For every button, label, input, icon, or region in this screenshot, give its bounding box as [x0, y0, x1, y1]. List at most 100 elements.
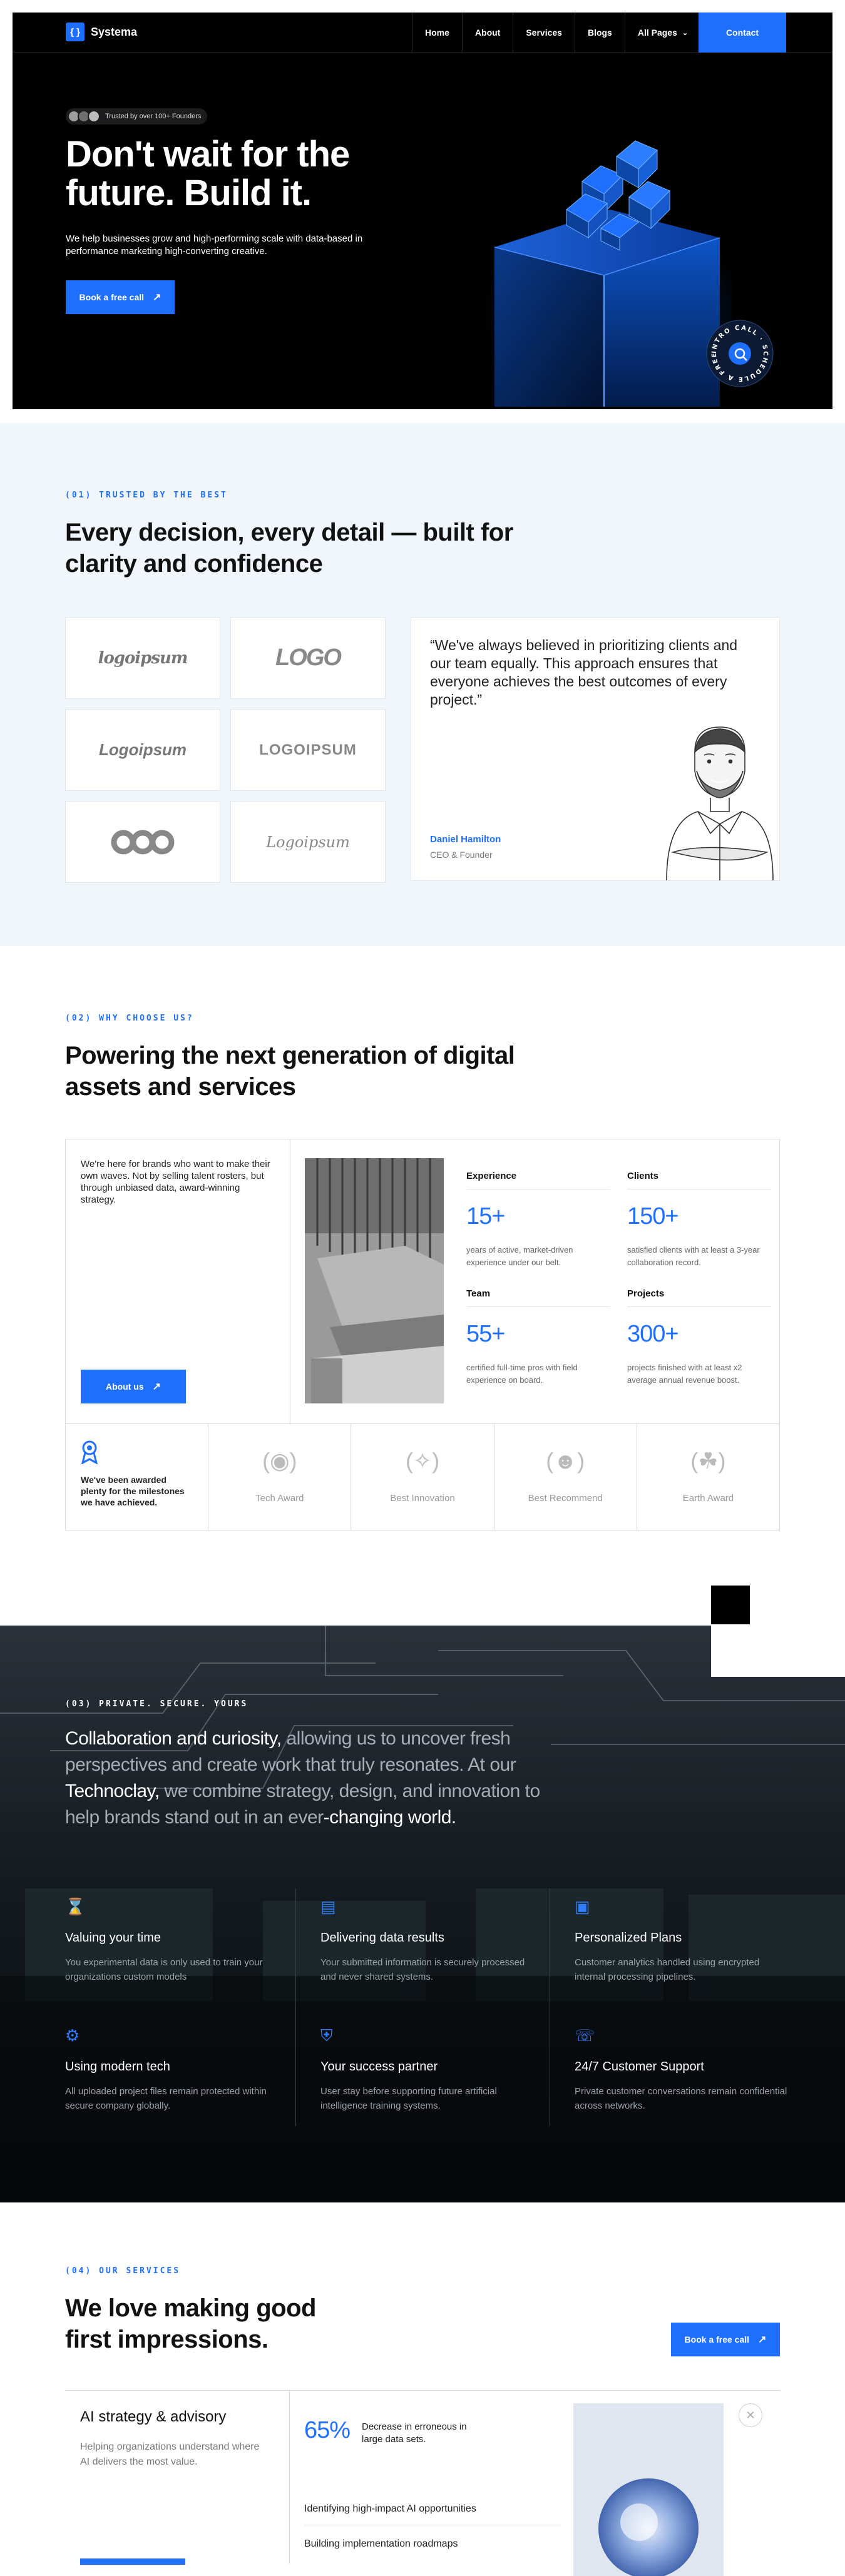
- book-call-button[interactable]: Book a free call ↗: [66, 280, 175, 314]
- award-label: Best Recommend: [528, 1493, 603, 1504]
- contact-button[interactable]: Contact: [699, 13, 786, 53]
- glowing-cube-illustration: [482, 140, 732, 407]
- decorative-square: [711, 1626, 845, 1677]
- stat-desc: projects finished with at least x2 avera…: [627, 1363, 742, 1385]
- ai-orb-image: [573, 2403, 724, 2576]
- feature-desc: Your submitted information is securely p…: [320, 1957, 525, 1982]
- nav-blogs[interactable]: Blogs: [574, 13, 625, 53]
- stat-team: Team 55+ certified full-time pros with f…: [466, 1288, 610, 1387]
- service-button[interactable]: [80, 2558, 185, 2565]
- section-eyebrow: (01) TRUSTED BY THE BEST: [65, 491, 228, 500]
- statement-bright: -changing world.: [323, 1807, 457, 1828]
- statement-bright: Technoclay,: [65, 1781, 160, 1801]
- book-icon: ▣: [575, 1897, 590, 1916]
- about-us-button[interactable]: About us ↗: [81, 1370, 186, 1403]
- service-desc: Helping organizations understand where A…: [80, 2441, 260, 2467]
- book-call-button[interactable]: Book a free call ↗: [671, 2323, 780, 2356]
- stat-label: Experience: [466, 1171, 610, 1189]
- feature-item: ⛨ Your success partner User stay before …: [320, 2026, 533, 2113]
- author-name: Daniel Hamilton: [430, 834, 501, 845]
- stat-desc: certified full-time pros with field expe…: [466, 1363, 578, 1385]
- feature-item: ☏ 24/7 Customer Support Private customer…: [575, 2026, 787, 2113]
- metric-desc: Decrease in erroneous in large data sets…: [362, 2421, 467, 2445]
- feature-title: Using modern tech: [65, 2060, 170, 2074]
- feature-item: ⌛ Valuing your time You experimental dat…: [65, 1897, 278, 1984]
- stat-label: Team: [466, 1288, 610, 1307]
- stat-value: 150+: [627, 1203, 679, 1229]
- nav-about[interactable]: About: [461, 13, 513, 53]
- medal-icon: [81, 1440, 98, 1464]
- client-logo: LOGO: [230, 617, 386, 699]
- stat-desc: years of active, market-driven experienc…: [466, 1245, 573, 1267]
- award-item: (☻) Best Recommend: [494, 1424, 637, 1530]
- awards-row: We've been awarded plenty for the milest…: [65, 1424, 780, 1530]
- feature-title: Valuing your time: [65, 1931, 161, 1945]
- book-call-label: Book a free call: [684, 2334, 750, 2344]
- feature-title: Delivering data results: [320, 1931, 444, 1945]
- headset-icon: ☏: [575, 2026, 595, 2045]
- award-label: Earth Award: [682, 1493, 734, 1504]
- founder-portrait: [666, 726, 774, 880]
- nav-all-pages[interactable]: All Pages ⌄: [624, 13, 702, 53]
- hero-subtitle: We help businesses grow and high-perform…: [66, 233, 363, 257]
- gear-icon: ⚙: [65, 2026, 80, 2045]
- feature-desc: Customer analytics handled using encrypt…: [575, 1957, 760, 1982]
- hourglass-icon: ⌛: [65, 1897, 86, 1916]
- metric-value: 65%: [304, 2417, 351, 2443]
- award-label: Best Innovation: [390, 1493, 455, 1504]
- nav-home[interactable]: Home: [412, 13, 462, 53]
- stat-experience: Experience 15+ years of active, market-d…: [466, 1171, 610, 1269]
- trusted-section: (01) TRUSTED BY THE BEST Every decision,…: [0, 423, 845, 946]
- client-logo: [65, 801, 220, 883]
- service-list-item: Building implementation roadmaps: [304, 2538, 458, 2549]
- why-intro: We're here for brands who want to make t…: [81, 1159, 270, 1205]
- client-logo: Logoipsum: [230, 801, 386, 883]
- service-title: AI strategy & advisory: [80, 2408, 227, 2425]
- statement-bright: Collaboration and curiosity,: [65, 1728, 282, 1749]
- stat-projects: Projects 300+ projects finished with at …: [627, 1288, 771, 1387]
- stat-label: Projects: [627, 1288, 771, 1307]
- stat-clients: Clients 150+ satisfied clients with at l…: [627, 1171, 771, 1269]
- nav-all-pages-label: All Pages: [637, 28, 677, 38]
- section-eyebrow: (02) WHY CHOOSE US?: [65, 1014, 194, 1023]
- client-logo: LOGOIPSUM: [230, 709, 386, 791]
- chart-icon: ▤: [320, 1897, 336, 1916]
- award-item: (◉) Tech Award: [208, 1424, 352, 1530]
- feature-title: Your success partner: [320, 2060, 438, 2074]
- section-title: Every decision, every detail — built for…: [65, 519, 513, 578]
- awards-intro: We've been awarded plenty for the milest…: [66, 1424, 209, 1530]
- trusted-text: Trusted by over 100+ Founders: [105, 113, 202, 120]
- stat-value: 55+: [466, 1321, 505, 1347]
- close-icon[interactable]: ✕: [739, 2403, 762, 2427]
- award-item: (☘) Earth Award: [637, 1424, 779, 1530]
- laurel-icon: (☻): [546, 1448, 585, 1474]
- stat-value: 15+: [466, 1203, 505, 1229]
- decorative-square: [711, 1586, 750, 1624]
- feature-item: ▤ Delivering data results Your submitted…: [320, 1897, 533, 1984]
- feature-title: 24/7 Customer Support: [575, 2060, 704, 2074]
- hero-title: Don't wait for the future. Build it.: [66, 134, 350, 213]
- laurel-icon: (✧): [405, 1448, 440, 1474]
- nav-services[interactable]: Services: [513, 13, 575, 53]
- avatar: [88, 110, 100, 123]
- arrow-up-right-icon: ↗: [152, 1382, 161, 1392]
- stat-value: 300+: [627, 1321, 679, 1347]
- brand-name: Systema: [91, 25, 138, 38]
- awards-intro-text: We've been awarded plenty for the milest…: [81, 1475, 185, 1507]
- testimonial-quote: “We've always believed in prioritizing c…: [430, 637, 738, 708]
- feature-desc: Private customer conversations remain co…: [575, 2086, 787, 2111]
- trusted-pill: Trusted by over 100+ Founders: [66, 108, 208, 125]
- service-card: AI strategy & advisory Helping organizat…: [65, 2390, 780, 2576]
- client-logo: Logoipsum: [65, 709, 220, 791]
- section-title: We love making good first impressions.: [65, 2294, 316, 2353]
- laurel-icon: (◉): [262, 1448, 297, 1474]
- feature-item: ⚙ Using modern tech All uploaded project…: [65, 2026, 278, 2113]
- chevron-down-icon: ⌄: [682, 29, 689, 37]
- stat-label: Clients: [627, 1171, 771, 1189]
- feature-desc: User stay before supporting future artif…: [320, 2086, 497, 2111]
- arrow-up-right-icon: ↗: [758, 2334, 767, 2345]
- brand-logo[interactable]: { } Systema: [66, 23, 137, 41]
- client-logo: logoipsum: [65, 617, 220, 699]
- intro-call-badge[interactable]: INTRO CALL · SCHEDULE A FREE ·: [705, 319, 774, 388]
- feature-desc: You experimental data is only used to tr…: [65, 1957, 263, 1982]
